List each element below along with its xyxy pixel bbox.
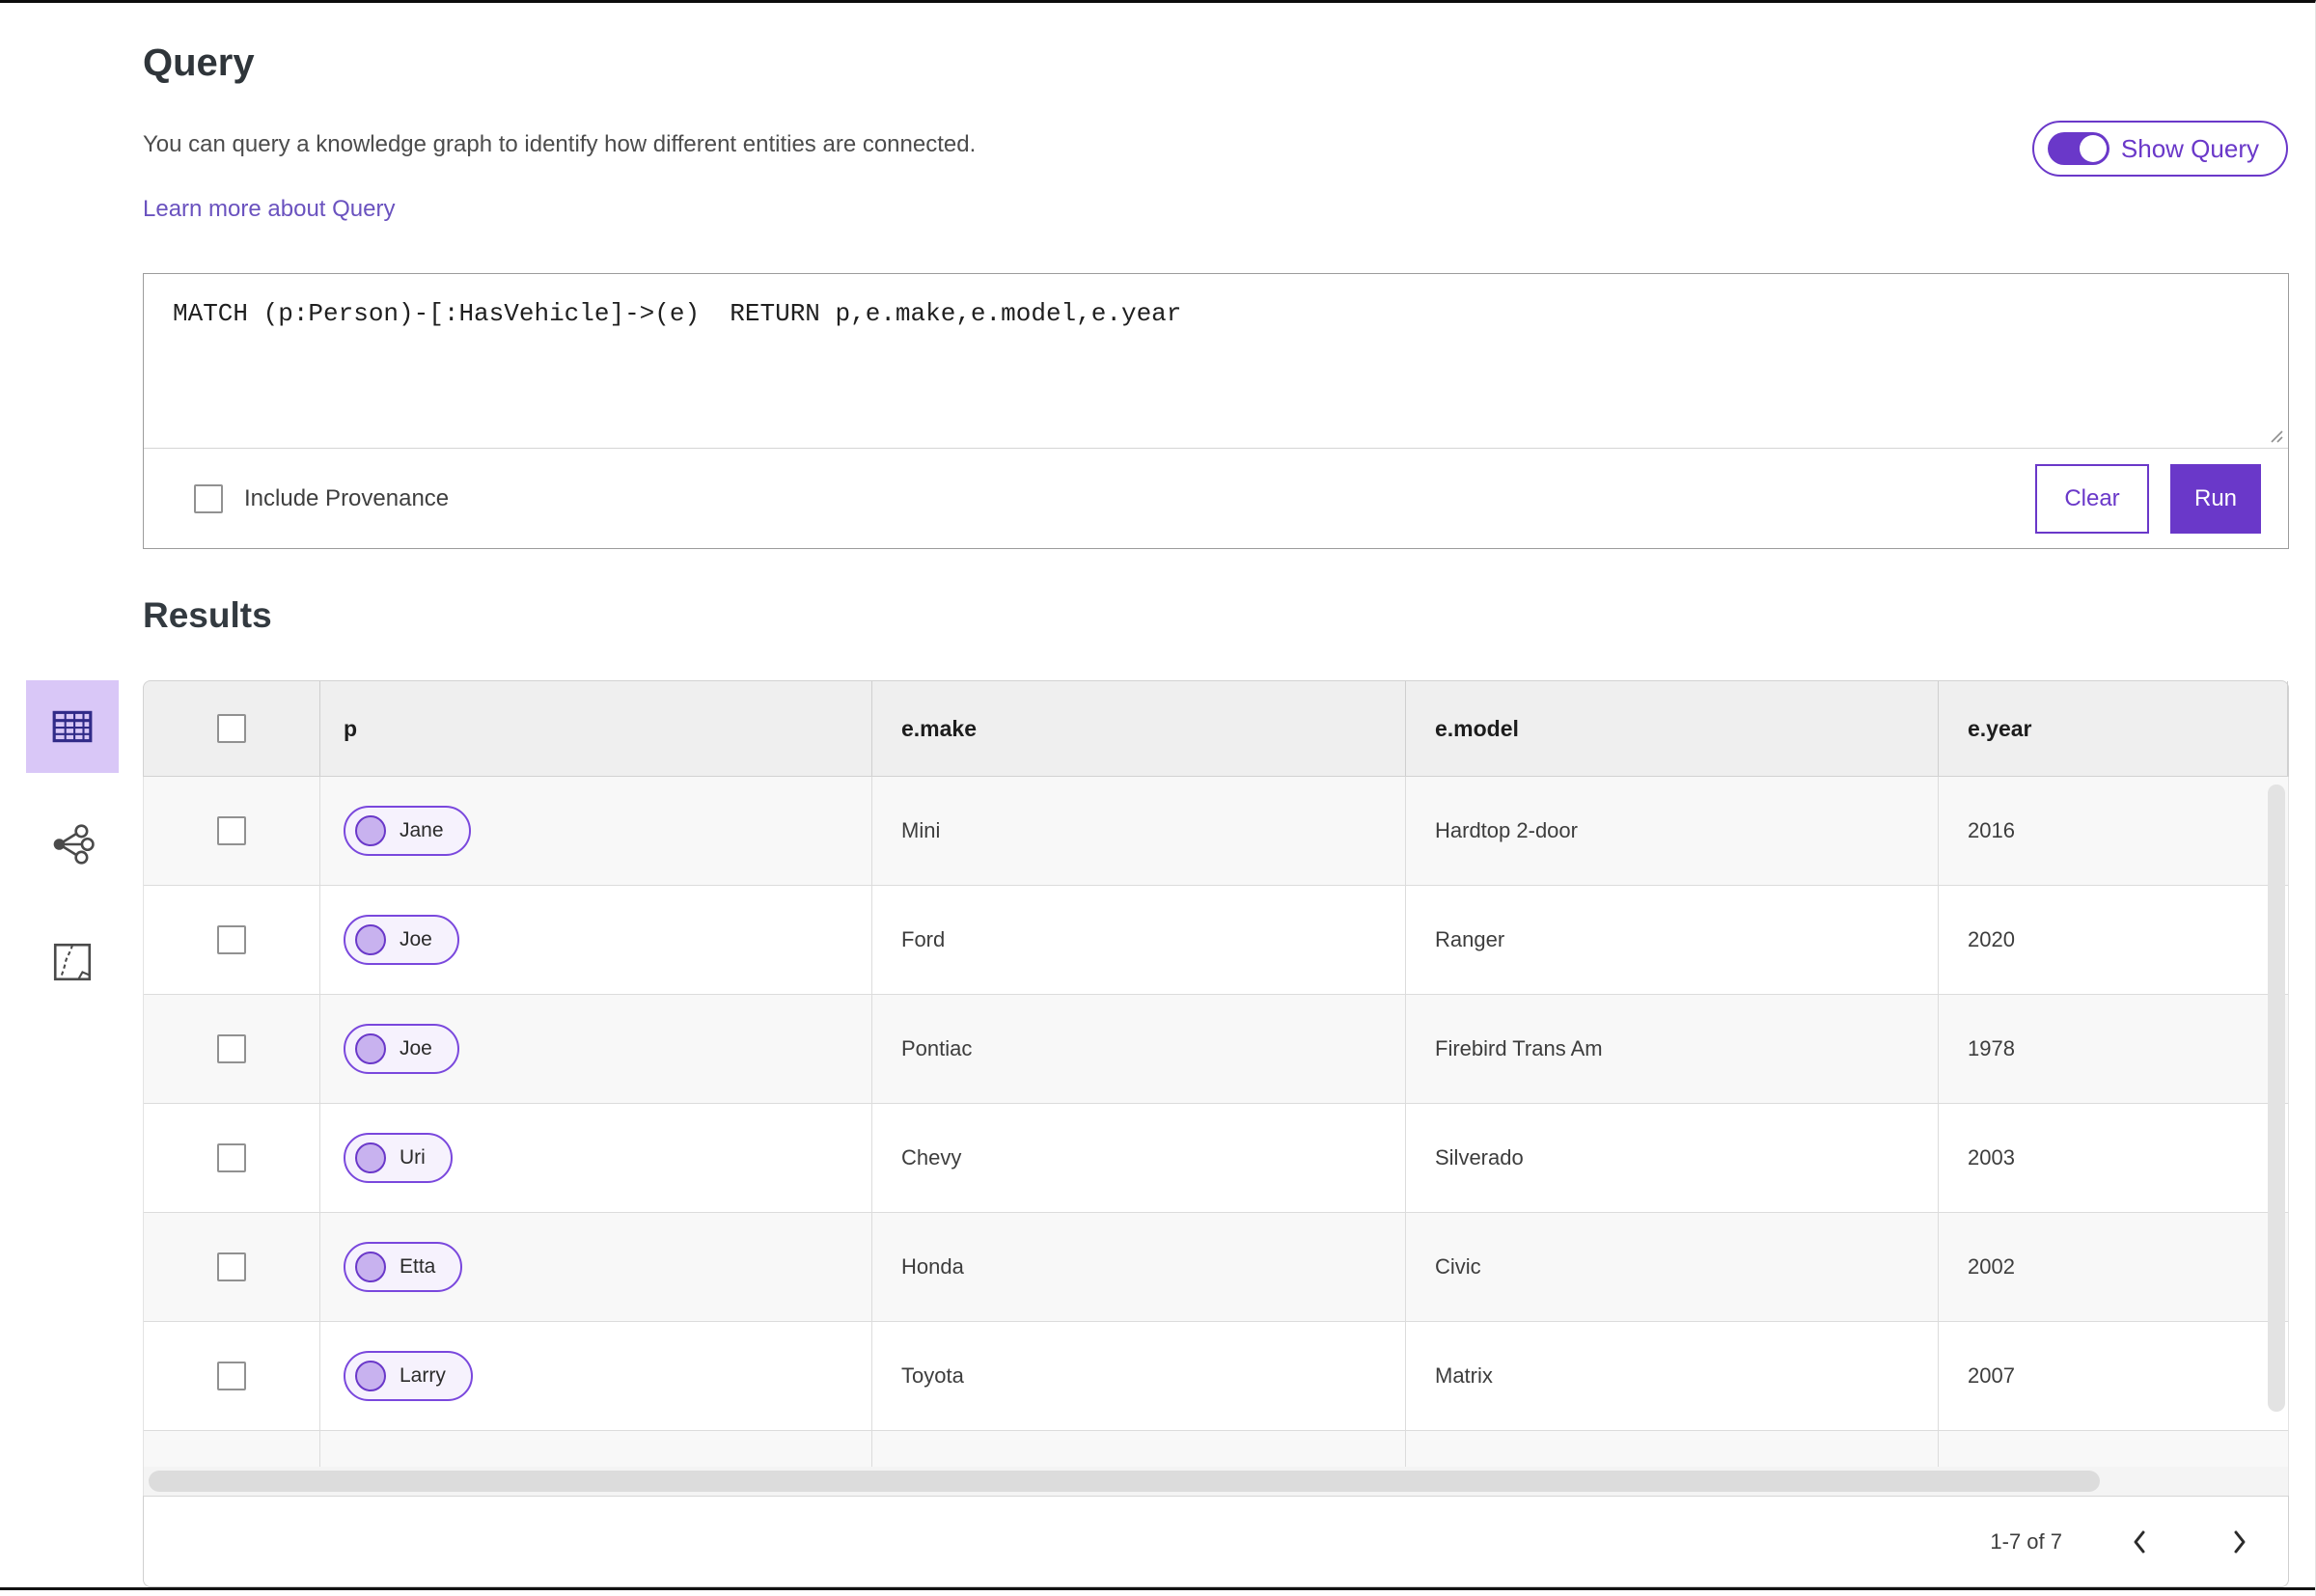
intro-row: You can query a knowledge graph to ident… bbox=[143, 121, 2289, 223]
table-icon bbox=[52, 711, 93, 743]
table-view-button[interactable] bbox=[26, 680, 119, 774]
chevron-left-icon bbox=[2134, 1530, 2145, 1554]
cell-make: Mini bbox=[872, 777, 1406, 886]
page-description: You can query a knowledge graph to ident… bbox=[143, 131, 977, 157]
entity-pill[interactable]: Uri bbox=[344, 1133, 453, 1184]
toggle-knob bbox=[2079, 135, 2107, 162]
entity-node-icon bbox=[355, 924, 386, 956]
cell-model: Hardtop 2-door bbox=[1406, 777, 1939, 886]
query-page: Query You can query a knowledge graph to… bbox=[0, 0, 2316, 1596]
table-footer: 1-7 of 7 bbox=[143, 1496, 2289, 1588]
entity-node-icon bbox=[355, 815, 386, 847]
cell-year: 2016 bbox=[1968, 818, 2015, 843]
cell-year: 2003 bbox=[1968, 1145, 2015, 1170]
entity-node-icon bbox=[355, 1142, 386, 1174]
query-text[interactable]: MATCH (p:Person)-[:HasVehicle]->(e) RETU… bbox=[144, 274, 2288, 353]
cell-year: 2020 bbox=[1968, 927, 2015, 952]
horizontal-scrollbar-thumb[interactable] bbox=[149, 1471, 2101, 1493]
link-chart-icon bbox=[53, 824, 95, 866]
header-checkbox-cell bbox=[144, 681, 320, 777]
entity-node-icon bbox=[355, 1252, 386, 1283]
results-section: p e.make e.model e.year Jane Mini Hardto… bbox=[26, 680, 2289, 1588]
page-bottom-border bbox=[0, 1587, 2315, 1590]
cell-year: 1978 bbox=[1968, 1036, 2015, 1061]
select-all-checkbox[interactable] bbox=[217, 714, 246, 744]
table-row[interactable]: Joe Ford Ranger 2020 bbox=[144, 886, 2288, 996]
query-footer: Include Provenance Clear Run bbox=[144, 448, 2288, 548]
clear-button[interactable]: Clear bbox=[2035, 463, 2149, 534]
row-checkbox[interactable] bbox=[217, 1143, 246, 1173]
cell-year: 2007 bbox=[1968, 1363, 2015, 1389]
link-chart-view-button[interactable] bbox=[26, 798, 119, 891]
entity-pill[interactable]: Joe bbox=[344, 915, 459, 966]
table-header-row: p e.make e.model e.year bbox=[143, 680, 2289, 778]
cell-year: 2002 bbox=[1968, 1254, 2015, 1280]
entity-name: Jane bbox=[400, 819, 444, 842]
cell-model: Ranger bbox=[1406, 886, 1939, 995]
entity-pill[interactable]: Etta bbox=[344, 1242, 463, 1293]
table-row[interactable]: Etta Honda Civic 2002 bbox=[144, 1213, 2288, 1323]
entity-node-icon bbox=[355, 1361, 386, 1392]
column-header-e-make[interactable]: e.make bbox=[872, 681, 1406, 777]
learn-more-link[interactable]: Learn more about Query bbox=[143, 196, 395, 223]
vertical-scrollbar[interactable] bbox=[2268, 784, 2285, 1413]
entity-name: Etta bbox=[400, 1255, 436, 1279]
cell-model: Firebird Trans Am bbox=[1406, 995, 1939, 1104]
row-checkbox[interactable] bbox=[217, 1362, 246, 1391]
include-provenance-label: Include Provenance bbox=[244, 484, 450, 511]
horizontal-scrollbar[interactable] bbox=[144, 1467, 2288, 1497]
map-view-button[interactable] bbox=[26, 916, 119, 1008]
previous-page-button[interactable] bbox=[2132, 1529, 2147, 1555]
row-checkbox[interactable] bbox=[217, 1252, 246, 1282]
chevron-right-icon bbox=[2234, 1530, 2246, 1554]
pagination-range-label: 1-7 of 7 bbox=[1990, 1528, 2062, 1554]
cell-make: Pontiac bbox=[872, 995, 1406, 1104]
query-actions: Clear Run bbox=[2035, 463, 2261, 534]
query-editor[interactable]: MATCH (p:Person)-[:HasVehicle]->(e) RETU… bbox=[144, 274, 2288, 448]
entity-pill[interactable]: Jane bbox=[344, 806, 471, 857]
column-header-e-year[interactable]: e.year bbox=[1939, 681, 2288, 777]
results-table: p e.make e.model e.year Jane Mini Hardto… bbox=[143, 680, 2289, 1588]
results-view-rail bbox=[26, 680, 119, 1008]
entity-name: Joe bbox=[400, 1037, 432, 1060]
table-row[interactable]: Joe Pontiac Firebird Trans Am 1978 bbox=[144, 995, 2288, 1105]
page-content: Query You can query a knowledge graph to… bbox=[0, 41, 2315, 1588]
table-body: Jane Mini Hardtop 2-door 2016 Joe Ford R… bbox=[143, 777, 2289, 1497]
cell-make: Ford bbox=[872, 886, 1406, 995]
show-query-label: Show Query bbox=[2120, 133, 2259, 163]
results-title: Results bbox=[143, 595, 272, 636]
include-provenance-checkbox[interactable] bbox=[194, 483, 223, 513]
page-title: Query bbox=[143, 41, 255, 84]
entity-pill[interactable]: Larry bbox=[344, 1351, 473, 1402]
cell-make: Honda bbox=[872, 1213, 1406, 1322]
run-button[interactable]: Run bbox=[2170, 463, 2261, 534]
table-row[interactable]: Uri Chevy Silverado 2003 bbox=[144, 1104, 2288, 1214]
query-panel: MATCH (p:Person)-[:HasVehicle]->(e) RETU… bbox=[143, 273, 2289, 550]
row-checkbox[interactable] bbox=[217, 816, 246, 846]
cell-model: Matrix bbox=[1406, 1322, 1939, 1431]
toggle-switch-icon[interactable] bbox=[2047, 132, 2109, 165]
next-page-button[interactable] bbox=[2232, 1529, 2247, 1555]
entity-pill[interactable]: Joe bbox=[344, 1024, 459, 1075]
cell-make: Toyota bbox=[872, 1322, 1406, 1431]
show-query-toggle[interactable]: Show Query bbox=[2031, 121, 2288, 177]
table-row[interactable]: Jane Mini Hardtop 2-door 2016 bbox=[144, 777, 2288, 887]
entity-node-icon bbox=[355, 1033, 386, 1065]
entity-name: Larry bbox=[400, 1364, 446, 1388]
table-row[interactable]: Larry Toyota Matrix 2007 bbox=[144, 1322, 2288, 1432]
resize-grip-icon[interactable] bbox=[2267, 427, 2284, 444]
map-icon bbox=[53, 944, 92, 981]
row-checkbox[interactable] bbox=[217, 925, 246, 955]
entity-name: Uri bbox=[400, 1146, 426, 1169]
cell-model: Civic bbox=[1406, 1213, 1939, 1322]
entity-name: Joe bbox=[400, 928, 432, 951]
column-header-p[interactable]: p bbox=[320, 681, 872, 777]
include-provenance-option[interactable]: Include Provenance bbox=[194, 483, 450, 513]
cell-model: Silverado bbox=[1406, 1104, 1939, 1213]
cell-make: Chevy bbox=[872, 1104, 1406, 1213]
row-checkbox[interactable] bbox=[217, 1034, 246, 1064]
column-header-e-model[interactable]: e.model bbox=[1406, 681, 1939, 777]
